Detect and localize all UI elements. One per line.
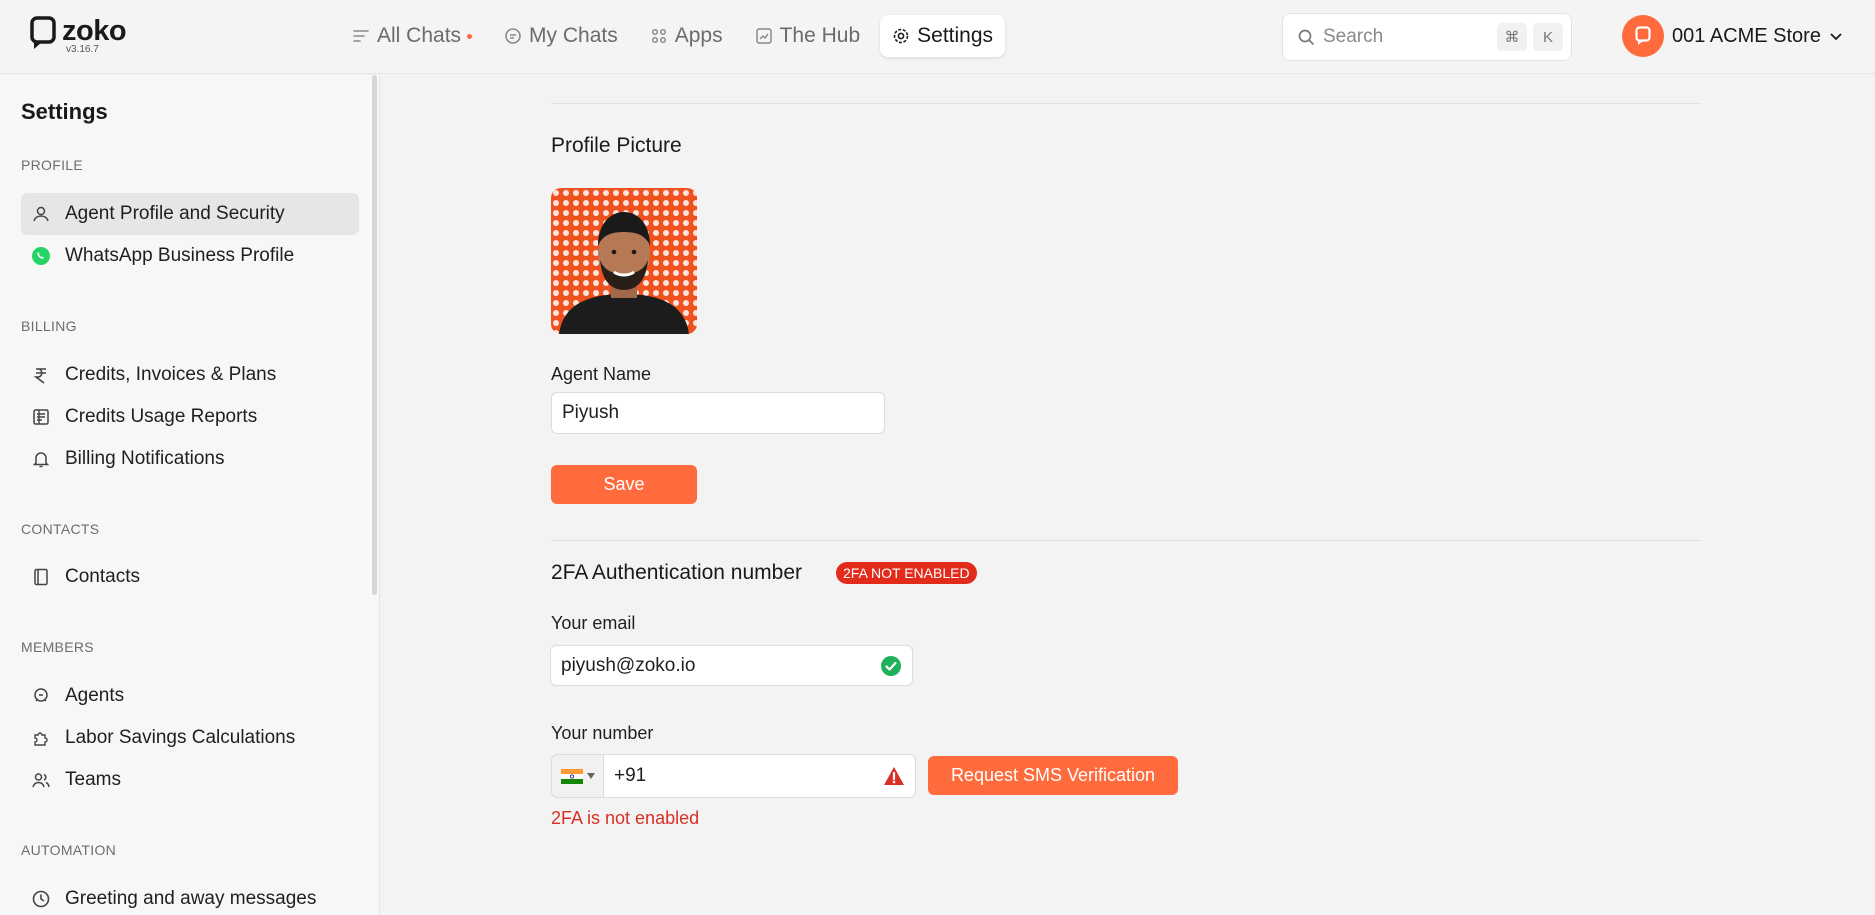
sidebar-item-billing-notifications[interactable]: Billing Notifications — [21, 438, 359, 480]
twofa-error-message: 2FA is not enabled — [551, 808, 700, 828]
sidebar-item-label: Teams — [65, 769, 121, 790]
gear-icon — [893, 28, 909, 44]
twofa-status-badge: 2FA NOT ENABLED — [836, 562, 977, 584]
sidebar-item-label: Contacts — [65, 566, 140, 587]
sidebar-item-teams[interactable]: Teams — [21, 759, 359, 801]
nav-all-chats-label: All Chats — [377, 24, 462, 47]
agent-headset-icon — [34, 688, 48, 702]
search-placeholder: Search — [1323, 26, 1384, 47]
country-code-select[interactable] — [551, 754, 603, 798]
sidebar-item-label: Agents — [65, 685, 125, 706]
nav-my-chats-label: My Chats — [529, 24, 618, 47]
nav-apps[interactable]: Apps — [638, 15, 735, 57]
list-filter-icon — [353, 30, 369, 42]
whatsapp-icon — [32, 247, 50, 265]
section-divider — [551, 540, 1701, 541]
profile-picture[interactable] — [551, 188, 697, 334]
number-label: Your number — [551, 723, 654, 743]
save-button[interactable]: Save — [551, 465, 697, 504]
puzzle-icon — [34, 732, 48, 746]
nav-settings[interactable]: Settings — [880, 15, 1006, 57]
zoko-logo[interactable]: zoko v3.16.7 — [30, 15, 127, 55]
section-divider — [551, 103, 1701, 104]
twofa-heading: 2FA Authentication number — [551, 561, 803, 584]
agent-name-value: Piyush — [562, 402, 620, 423]
request-sms-verification-button[interactable]: Request SMS Verification — [928, 756, 1178, 795]
verified-check-icon — [881, 656, 901, 676]
nav-all-chats[interactable]: All Chats — [340, 15, 484, 57]
team-icon — [32, 773, 50, 788]
store-name: 001 ACME Store — [1672, 24, 1821, 47]
store-chat-icon — [1635, 26, 1651, 45]
caret-down-icon — [586, 773, 595, 779]
account-switcher[interactable]: 001 ACME Store — [1622, 15, 1843, 57]
india-flag-icon — [560, 768, 583, 784]
top-bar: zoko v3.16.7 All Chats My Chats Apps The… — [0, 0, 1875, 74]
sidebar-item-agents[interactable]: Agents — [21, 675, 359, 717]
unread-dot — [467, 33, 473, 39]
sidebar-item-greeting[interactable]: Greeting and away messages — [21, 878, 359, 915]
nav-hub[interactable]: The Hub — [743, 15, 873, 57]
main-nav: All Chats My Chats Apps The Hub Settings — [340, 15, 1006, 57]
profile-picture-heading: Profile Picture — [551, 134, 682, 157]
sidebar-item-label: Billing Notifications — [65, 448, 225, 469]
search-box[interactable]: Search ⌘ K — [1282, 13, 1572, 61]
warning-icon — [884, 767, 904, 785]
section-profile: PROFILE — [21, 157, 84, 173]
section-billing: BILLING — [21, 318, 77, 334]
nav-hub-label: The Hub — [779, 24, 861, 47]
phone-number-value: +91 — [614, 765, 647, 786]
agent-name-label: Agent Name — [551, 364, 652, 384]
agent-name-input[interactable]: Piyush — [551, 392, 885, 434]
sidebar-item-label: WhatsApp Business Profile — [65, 245, 295, 266]
nav-my-chats[interactable]: My Chats — [492, 15, 630, 57]
sidebar-item-label: Labor Savings Calculations — [65, 727, 296, 748]
section-members: MEMBERS — [21, 639, 94, 655]
sidebar-item-agent-profile[interactable]: Agent Profile and Security — [21, 193, 359, 235]
sidebar-title: Settings — [21, 99, 108, 124]
rupee-icon — [33, 368, 46, 384]
email-label: Your email — [551, 613, 636, 633]
profile-photo-avatar — [551, 188, 697, 334]
user-icon — [33, 206, 49, 222]
search-icon — [1298, 29, 1314, 45]
shortcut-cmd-key: ⌘ — [1497, 23, 1527, 51]
logo-text: zoko — [62, 15, 127, 47]
contact-book-icon — [34, 568, 48, 586]
apps-grid-icon — [651, 28, 666, 44]
sidebar-item-label: Greeting and away messages — [65, 888, 317, 909]
clock-icon — [32, 890, 50, 908]
section-automation: AUTOMATION — [21, 842, 117, 858]
logo-chat-icon — [30, 16, 56, 50]
phone-number-input[interactable]: +91 — [603, 754, 916, 798]
app-version: v3.16.7 — [66, 44, 99, 55]
sidebar-item-labor-savings[interactable]: Labor Savings Calculations — [21, 717, 359, 759]
sidebar-item-credits[interactable]: Credits, Invoices & Plans — [21, 354, 359, 396]
chevron-down-icon — [1830, 33, 1842, 41]
chart-line-icon — [755, 28, 772, 44]
chat-bubble-icon — [505, 28, 521, 44]
bell-icon — [32, 452, 50, 468]
section-contacts: CONTACTS — [21, 521, 100, 537]
sidebar-item-label: Credits, Invoices & Plans — [65, 364, 277, 385]
settings-sidebar: Settings PROFILE Agent Profile and Secur… — [0, 75, 380, 915]
nav-apps-label: Apps — [674, 24, 723, 47]
sidebar-item-usage-reports[interactable]: Credits Usage Reports — [21, 396, 359, 438]
sidebar-item-whatsapp-profile[interactable]: WhatsApp Business Profile — [21, 235, 359, 277]
sidebar-scrollbar[interactable] — [372, 75, 377, 595]
sidebar-item-contacts[interactable]: Contacts — [21, 556, 359, 598]
nav-settings-label: Settings — [917, 24, 994, 47]
sidebar-item-label: Credits Usage Reports — [65, 406, 258, 427]
sidebar-item-label: Agent Profile and Security — [65, 203, 285, 224]
store-avatar — [1622, 15, 1664, 57]
report-icon — [33, 409, 49, 425]
shortcut-k-key: K — [1533, 23, 1563, 51]
email-value: piyush@zoko.io — [561, 654, 696, 676]
email-field[interactable]: piyush@zoko.io — [550, 645, 913, 686]
